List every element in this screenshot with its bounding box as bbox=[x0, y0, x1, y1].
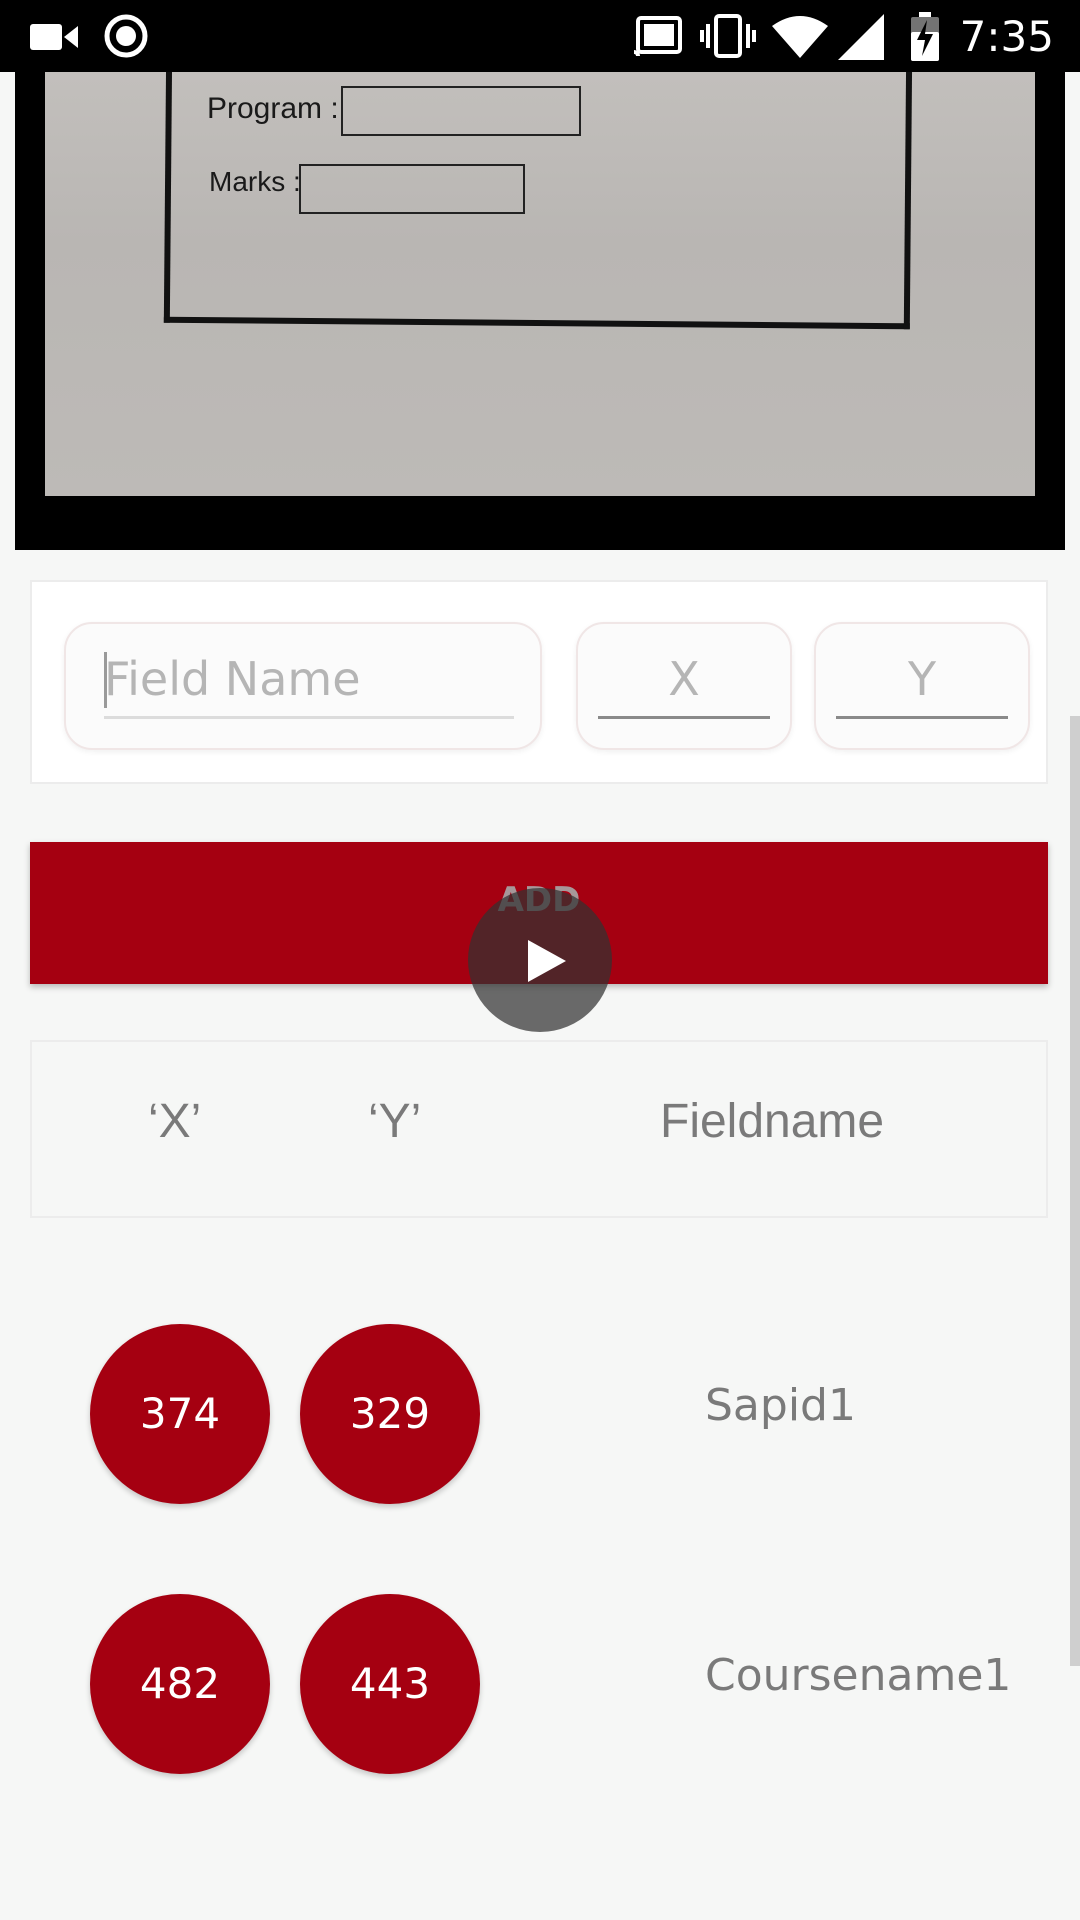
doc-box-marks bbox=[299, 164, 525, 214]
signal-icon bbox=[838, 14, 884, 64]
x-value-bubble: 374 bbox=[90, 1324, 270, 1504]
scrollbar[interactable] bbox=[1070, 716, 1080, 1666]
vibrate-icon bbox=[700, 14, 756, 62]
doc-label-marks: Marks : bbox=[209, 166, 301, 197]
fieldname-text: Sapid1 bbox=[705, 1380, 856, 1431]
camera-preview: Program : Marks : bbox=[15, 72, 1065, 550]
table-header: ‘X’ ‘Y’ Fieldname bbox=[30, 1040, 1048, 1218]
y-underline bbox=[836, 716, 1008, 719]
battery-charging-icon bbox=[910, 12, 940, 66]
y-value-bubble: 329 bbox=[300, 1324, 480, 1504]
x-underline bbox=[598, 716, 770, 719]
table-row[interactable]: 374 329 Sapid1 bbox=[0, 1324, 1080, 1504]
record-icon bbox=[104, 14, 148, 62]
fieldname-text: Coursename1 bbox=[705, 1650, 1012, 1701]
header-x: ‘X’ bbox=[148, 1095, 202, 1148]
play-icon bbox=[528, 940, 566, 982]
play-overlay-button[interactable] bbox=[468, 888, 612, 1032]
wifi-icon bbox=[772, 16, 828, 62]
field-name-pill bbox=[64, 622, 542, 750]
header-fieldname: Fieldname bbox=[660, 1095, 885, 1148]
cast-icon bbox=[633, 16, 682, 60]
text-caret bbox=[104, 652, 107, 708]
video-camera-icon bbox=[30, 20, 80, 58]
document-image: Program : Marks : bbox=[45, 72, 1035, 496]
table-row[interactable]: 482 443 Coursename1 bbox=[0, 1594, 1080, 1774]
doc-box-program bbox=[341, 86, 581, 136]
field-entry-card bbox=[30, 580, 1048, 784]
y-pill bbox=[814, 622, 1030, 750]
x-input[interactable] bbox=[598, 644, 770, 714]
y-input[interactable] bbox=[836, 644, 1008, 714]
clock: 7:35 bbox=[959, 12, 1054, 61]
field-name-underline bbox=[104, 716, 514, 719]
doc-label-program: Program : bbox=[207, 92, 339, 125]
field-name-input[interactable] bbox=[104, 644, 514, 714]
x-pill bbox=[576, 622, 792, 750]
y-value-bubble: 443 bbox=[300, 1594, 480, 1774]
x-value-bubble: 482 bbox=[90, 1594, 270, 1774]
status-bar: 7:35 bbox=[0, 0, 1080, 72]
header-y: ‘Y’ bbox=[368, 1095, 422, 1148]
